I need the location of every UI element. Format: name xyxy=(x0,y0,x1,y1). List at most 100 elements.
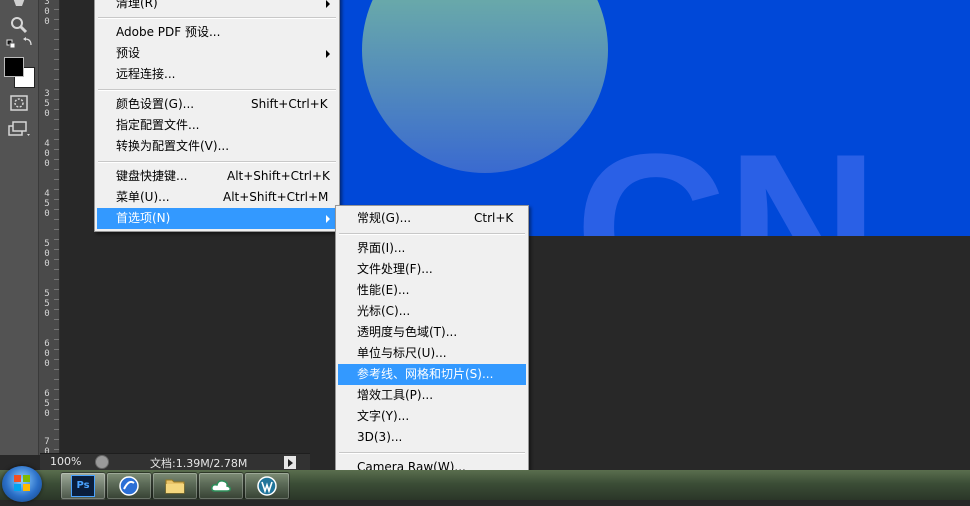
zoom-level[interactable]: 100% xyxy=(50,455,81,468)
menu-item-label: 光标(C)... xyxy=(357,304,411,318)
submenu-item-type[interactable]: 文字(Y)... xyxy=(338,406,526,427)
menu-separator xyxy=(339,233,525,235)
start-button[interactable] xyxy=(2,466,42,502)
zoom-tool-icon[interactable] xyxy=(4,14,34,36)
ruler-label: 0 xyxy=(44,7,50,17)
screen-mode-icon[interactable] xyxy=(4,118,34,140)
taskbar-browser-button[interactable] xyxy=(106,472,152,500)
document-size-info: 文档:1.39M/2.78M xyxy=(150,457,248,470)
taskbar-explorer-button[interactable] xyxy=(152,472,198,500)
menu-item-shortcut: Alt+Shift+Ctrl+K xyxy=(227,169,330,183)
menu-item-shortcut: Shift+Ctrl+K xyxy=(251,97,328,111)
background-color-swatch[interactable] xyxy=(4,57,24,77)
menu-item-remote-connections[interactable]: 远程连接... xyxy=(97,64,337,85)
status-bar: 100% 文档:1.39M/2.78M xyxy=(40,453,310,471)
menu-item-label: 3D(3)... xyxy=(357,430,403,444)
menu-item-preferences[interactable]: 首选项(N) xyxy=(97,208,337,229)
swap-colors-icon[interactable] xyxy=(4,36,34,52)
menu-item-label: 指定配置文件... xyxy=(116,118,200,132)
menu-item-presets[interactable]: 预设 xyxy=(97,43,337,64)
menu-item-label: 界面(I)... xyxy=(357,241,406,255)
ruler-label: 6 xyxy=(44,389,50,399)
menu-separator xyxy=(98,17,336,19)
cloud-icon xyxy=(211,480,231,492)
menu-item-label: 文件处理(F)... xyxy=(357,262,433,276)
windows-logo-icon xyxy=(14,475,30,491)
status-arrow-icon[interactable] xyxy=(284,456,296,469)
menu-item-label: 键盘快捷键... xyxy=(116,169,188,183)
ruler-label: 0 xyxy=(44,309,50,319)
menu-item-convert-to-profile[interactable]: 转换为配置文件(V)... xyxy=(97,136,337,157)
ruler-label: 0 xyxy=(44,149,50,159)
ruler-label: 0 xyxy=(44,259,50,269)
ruler-label: 5 xyxy=(44,239,50,249)
menu-item-label: 常规(G)... xyxy=(357,211,412,225)
document-canvas[interactable]: CN xyxy=(340,0,970,236)
vertical-ruler: 3 0 0 3 5 0 4 0 0 4 5 0 5 0 0 5 5 0 6 0 … xyxy=(39,0,60,457)
menu-item-label: 单位与标尺(U)... xyxy=(357,346,447,360)
ruler-label: 0 xyxy=(44,409,50,419)
ruler-label: 4 xyxy=(44,139,50,149)
menu-separator xyxy=(98,89,336,91)
menu-item-assign-profile[interactable]: 指定配置文件... xyxy=(97,115,337,136)
menu-separator xyxy=(98,161,336,163)
submenu-arrow-icon xyxy=(326,0,330,8)
menu-item-keyboard-shortcuts[interactable]: 键盘快捷键... Alt+Shift+Ctrl+K xyxy=(97,166,337,187)
wordpress-icon xyxy=(257,476,277,496)
menu-item-menus[interactable]: 菜单(U)... Alt+Shift+Ctrl+M xyxy=(97,187,337,208)
submenu-arrow-icon xyxy=(326,50,330,58)
quick-mask-icon[interactable] xyxy=(4,92,34,114)
windows-taskbar: Ps xyxy=(0,466,970,502)
menu-item-label: 转换为配置文件(V)... xyxy=(116,139,230,153)
menu-item-label: 增效工具(P)... xyxy=(357,388,434,402)
menu-separator xyxy=(339,452,525,454)
menu-item-label: 预设 xyxy=(116,46,141,60)
menu-item-label: 性能(E)... xyxy=(357,283,410,297)
edit-menu: 清理(R) Adobe PDF 预设... 预设 远程连接... 颜色设置(G)… xyxy=(94,0,340,232)
menu-item-label: 颜色设置(G)... xyxy=(116,97,195,111)
taskbar-cloud-button[interactable] xyxy=(198,472,244,500)
ruler-label: 0 xyxy=(44,209,50,219)
menu-item-label: 远程连接... xyxy=(116,67,176,81)
submenu-item-general[interactable]: 常规(G)... Ctrl+K xyxy=(338,208,526,229)
submenu-item-cursors[interactable]: 光标(C)... xyxy=(338,301,526,322)
menu-item-label: 透明度与色域(T)... xyxy=(357,325,458,339)
status-menu-icon[interactable] xyxy=(95,455,109,469)
ruler-label: 0 xyxy=(44,17,50,27)
submenu-item-transparency-gamut[interactable]: 透明度与色域(T)... xyxy=(338,322,526,343)
submenu-item-interface[interactable]: 界面(I)... xyxy=(338,238,526,259)
menu-item-shortcut: Ctrl+K xyxy=(474,211,514,225)
menu-item-shortcut: Alt+Shift+Ctrl+M xyxy=(223,190,329,204)
ruler-label: 0 xyxy=(44,349,50,359)
menu-item-label: 首选项(N) xyxy=(116,211,171,225)
browser-icon xyxy=(119,476,139,496)
submenu-item-plug-ins[interactable]: 增效工具(P)... xyxy=(338,385,526,406)
menu-item-label: 清理(R) xyxy=(116,0,158,10)
canvas-watermark-text: CN xyxy=(575,110,878,236)
ruler-label: 3 xyxy=(44,89,50,99)
ruler-label: 5 xyxy=(44,399,50,409)
menu-item-label: 参考线、网格和切片(S)... xyxy=(357,367,494,381)
submenu-item-units-rulers[interactable]: 单位与标尺(U)... xyxy=(338,343,526,364)
ruler-label: 5 xyxy=(44,289,50,299)
folder-icon xyxy=(165,479,185,494)
ruler-label: 0 xyxy=(44,159,50,169)
taskbar-wordpress-button[interactable] xyxy=(244,472,290,500)
menu-item-adobe-pdf-presets[interactable]: Adobe PDF 预设... xyxy=(97,22,337,43)
ruler-label: 3 xyxy=(44,0,50,7)
ruler-label: 6 xyxy=(44,339,50,349)
menu-item-purge[interactable]: 清理(R) xyxy=(97,0,337,14)
submenu-item-guides-grid-slices[interactable]: 参考线、网格和切片(S)... xyxy=(338,364,526,385)
ruler-label: 0 xyxy=(44,249,50,259)
ruler-label: 7 xyxy=(44,437,50,447)
taskbar-photoshop-button[interactable]: Ps xyxy=(60,472,106,500)
preferences-submenu: 常规(G)... Ctrl+K 界面(I)... 文件处理(F)... 性能(E… xyxy=(335,205,529,482)
ruler-label: 0 xyxy=(44,109,50,119)
menu-item-color-settings[interactable]: 颜色设置(G)... Shift+Ctrl+K xyxy=(97,94,337,115)
submenu-item-performance[interactable]: 性能(E)... xyxy=(338,280,526,301)
submenu-item-file-handling[interactable]: 文件处理(F)... xyxy=(338,259,526,280)
photoshop-icon: Ps xyxy=(71,475,95,497)
ruler-label: 4 xyxy=(44,189,50,199)
submenu-item-3d[interactable]: 3D(3)... xyxy=(338,427,526,448)
menu-item-label: 文字(Y)... xyxy=(357,409,410,423)
